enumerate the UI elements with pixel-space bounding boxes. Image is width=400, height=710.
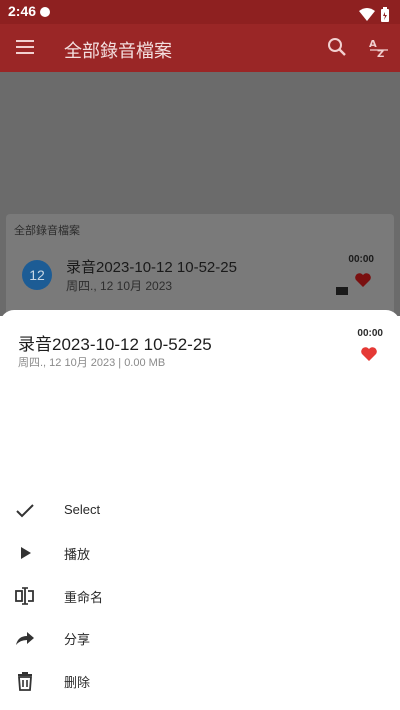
recording-date: 周四., 12 10月 2023 [66, 279, 173, 293]
recording-duration: 00:00 [348, 254, 374, 265]
action-rename[interactable]: 重命名 [0, 575, 400, 617]
status-bar: 2:46 [0, 0, 400, 24]
sheet-meta: 周四., 12 10月 2023 | 0.00 MB [18, 357, 166, 369]
action-select[interactable]: Select [0, 490, 400, 532]
action-delete[interactable]: 删除 [0, 660, 400, 702]
notification-dot-icon [40, 7, 50, 17]
sort-az-icon[interactable]: AZ [368, 36, 390, 60]
action-label: 重命名 [64, 590, 104, 605]
favorite-heart-icon[interactable] [360, 346, 378, 362]
search-icon[interactable] [326, 36, 348, 58]
action-play[interactable]: 播放 [0, 532, 400, 574]
play-icon [14, 542, 36, 564]
bottom-sheet: 录音2023-10-12 10-52-25 周四., 12 10月 2023 |… [0, 310, 400, 710]
avatar: 12 [22, 260, 52, 290]
wifi-icon [358, 7, 375, 21]
status-time: 2:46 [8, 3, 37, 19]
sheet-title: 录音2023-10-12 10-52-25 [18, 335, 212, 354]
sheet-duration: 00:00 [357, 328, 383, 339]
favorite-heart-icon[interactable] [354, 272, 372, 288]
menu-icon[interactable] [14, 36, 36, 58]
action-label: Select [64, 502, 101, 517]
app-bar: 全部錄音檔案 AZ [0, 24, 400, 72]
battery-icon [381, 6, 389, 22]
svg-text:Z: Z [377, 49, 384, 60]
svg-text:A: A [369, 39, 377, 50]
delete-icon [14, 670, 36, 692]
rename-icon [14, 585, 36, 607]
action-label: 分享 [64, 632, 91, 647]
recording-list: 全部錄音檔案 12 录音2023-10-12 10-52-25 周四., 12 … [6, 214, 394, 324]
format-badge-icon [336, 287, 348, 295]
action-label: 播放 [64, 547, 91, 562]
share-icon [14, 627, 36, 649]
section-label: 全部錄音檔案 [14, 224, 80, 237]
status-icons [358, 4, 390, 22]
recording-name: 录音2023-10-12 10-52-25 [66, 259, 237, 276]
page-title: 全部錄音檔案 [64, 41, 172, 62]
check-icon [14, 500, 36, 522]
action-label: 删除 [64, 675, 91, 690]
action-share[interactable]: 分享 [0, 617, 400, 659]
